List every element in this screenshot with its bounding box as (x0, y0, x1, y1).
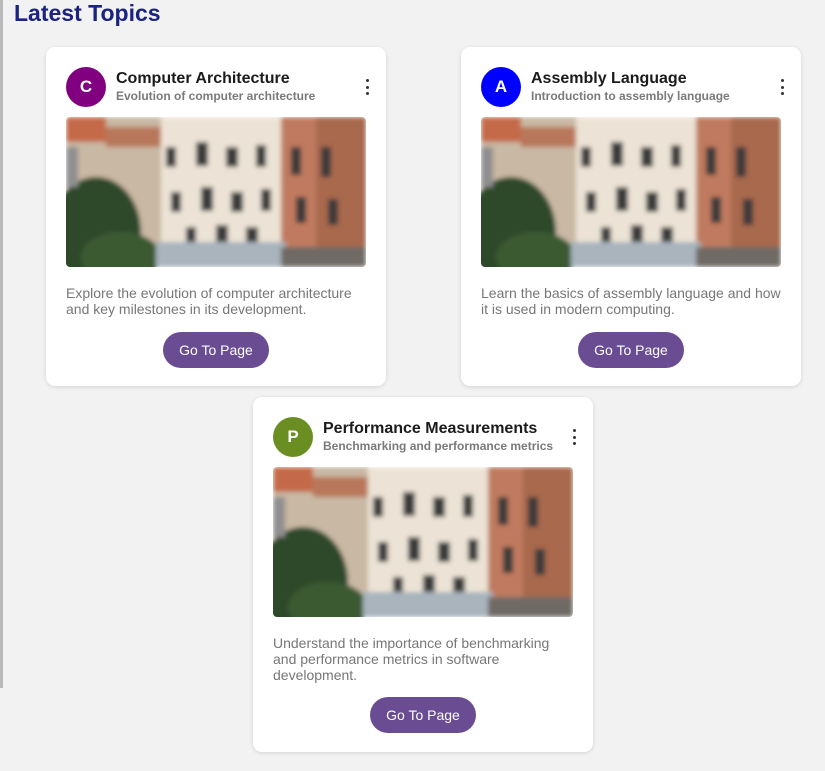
page: Latest Topics C Computer Architecture Ev… (0, 0, 825, 771)
card-title: Computer Architecture (116, 70, 290, 87)
card-header: C Computer Architecture Evolution of com… (66, 67, 372, 107)
more-vert-icon[interactable] (362, 79, 372, 95)
card-subtitle: Introduction to assembly language (531, 89, 730, 103)
topic-card: C Computer Architecture Evolution of com… (46, 47, 386, 386)
topic-card: A Assembly Language Introduction to asse… (461, 47, 801, 386)
card-description: Understand the importance of benchmarkin… (273, 635, 550, 683)
card-title: Assembly Language (531, 70, 687, 87)
card-description: Learn the basics of assembly language an… (481, 285, 781, 317)
go-to-page-button[interactable]: Go To Page (370, 697, 476, 733)
card-title: Performance Measurements (323, 420, 538, 437)
avatar-letter: C (79, 77, 93, 96)
topic-card: P Performance Measurements Benchmarking … (253, 397, 593, 752)
avatar: C (66, 67, 106, 107)
avatar: P (273, 417, 313, 457)
section-title: Latest Topics (14, 0, 161, 26)
building-photo (66, 117, 366, 267)
left-border (0, 0, 3, 688)
building-photo (481, 117, 781, 267)
card-subtitle: Benchmarking and performance metrics (323, 439, 554, 453)
building-photo (273, 467, 573, 617)
avatar-letter: P (287, 427, 299, 446)
go-to-page-button[interactable]: Go To Page (578, 332, 684, 368)
card-header: P Performance Measurements Benchmarking … (273, 417, 579, 457)
card-subtitle: Evolution of computer architecture (116, 89, 316, 103)
more-vert-icon[interactable] (569, 429, 579, 445)
go-to-page-button[interactable]: Go To Page (163, 332, 269, 368)
more-vert-icon[interactable] (777, 79, 787, 95)
avatar: A (481, 67, 521, 107)
card-description: Explore the evolution of computer archit… (66, 285, 352, 317)
card-header: A Assembly Language Introduction to asse… (481, 67, 787, 107)
avatar-letter: A (494, 77, 508, 96)
